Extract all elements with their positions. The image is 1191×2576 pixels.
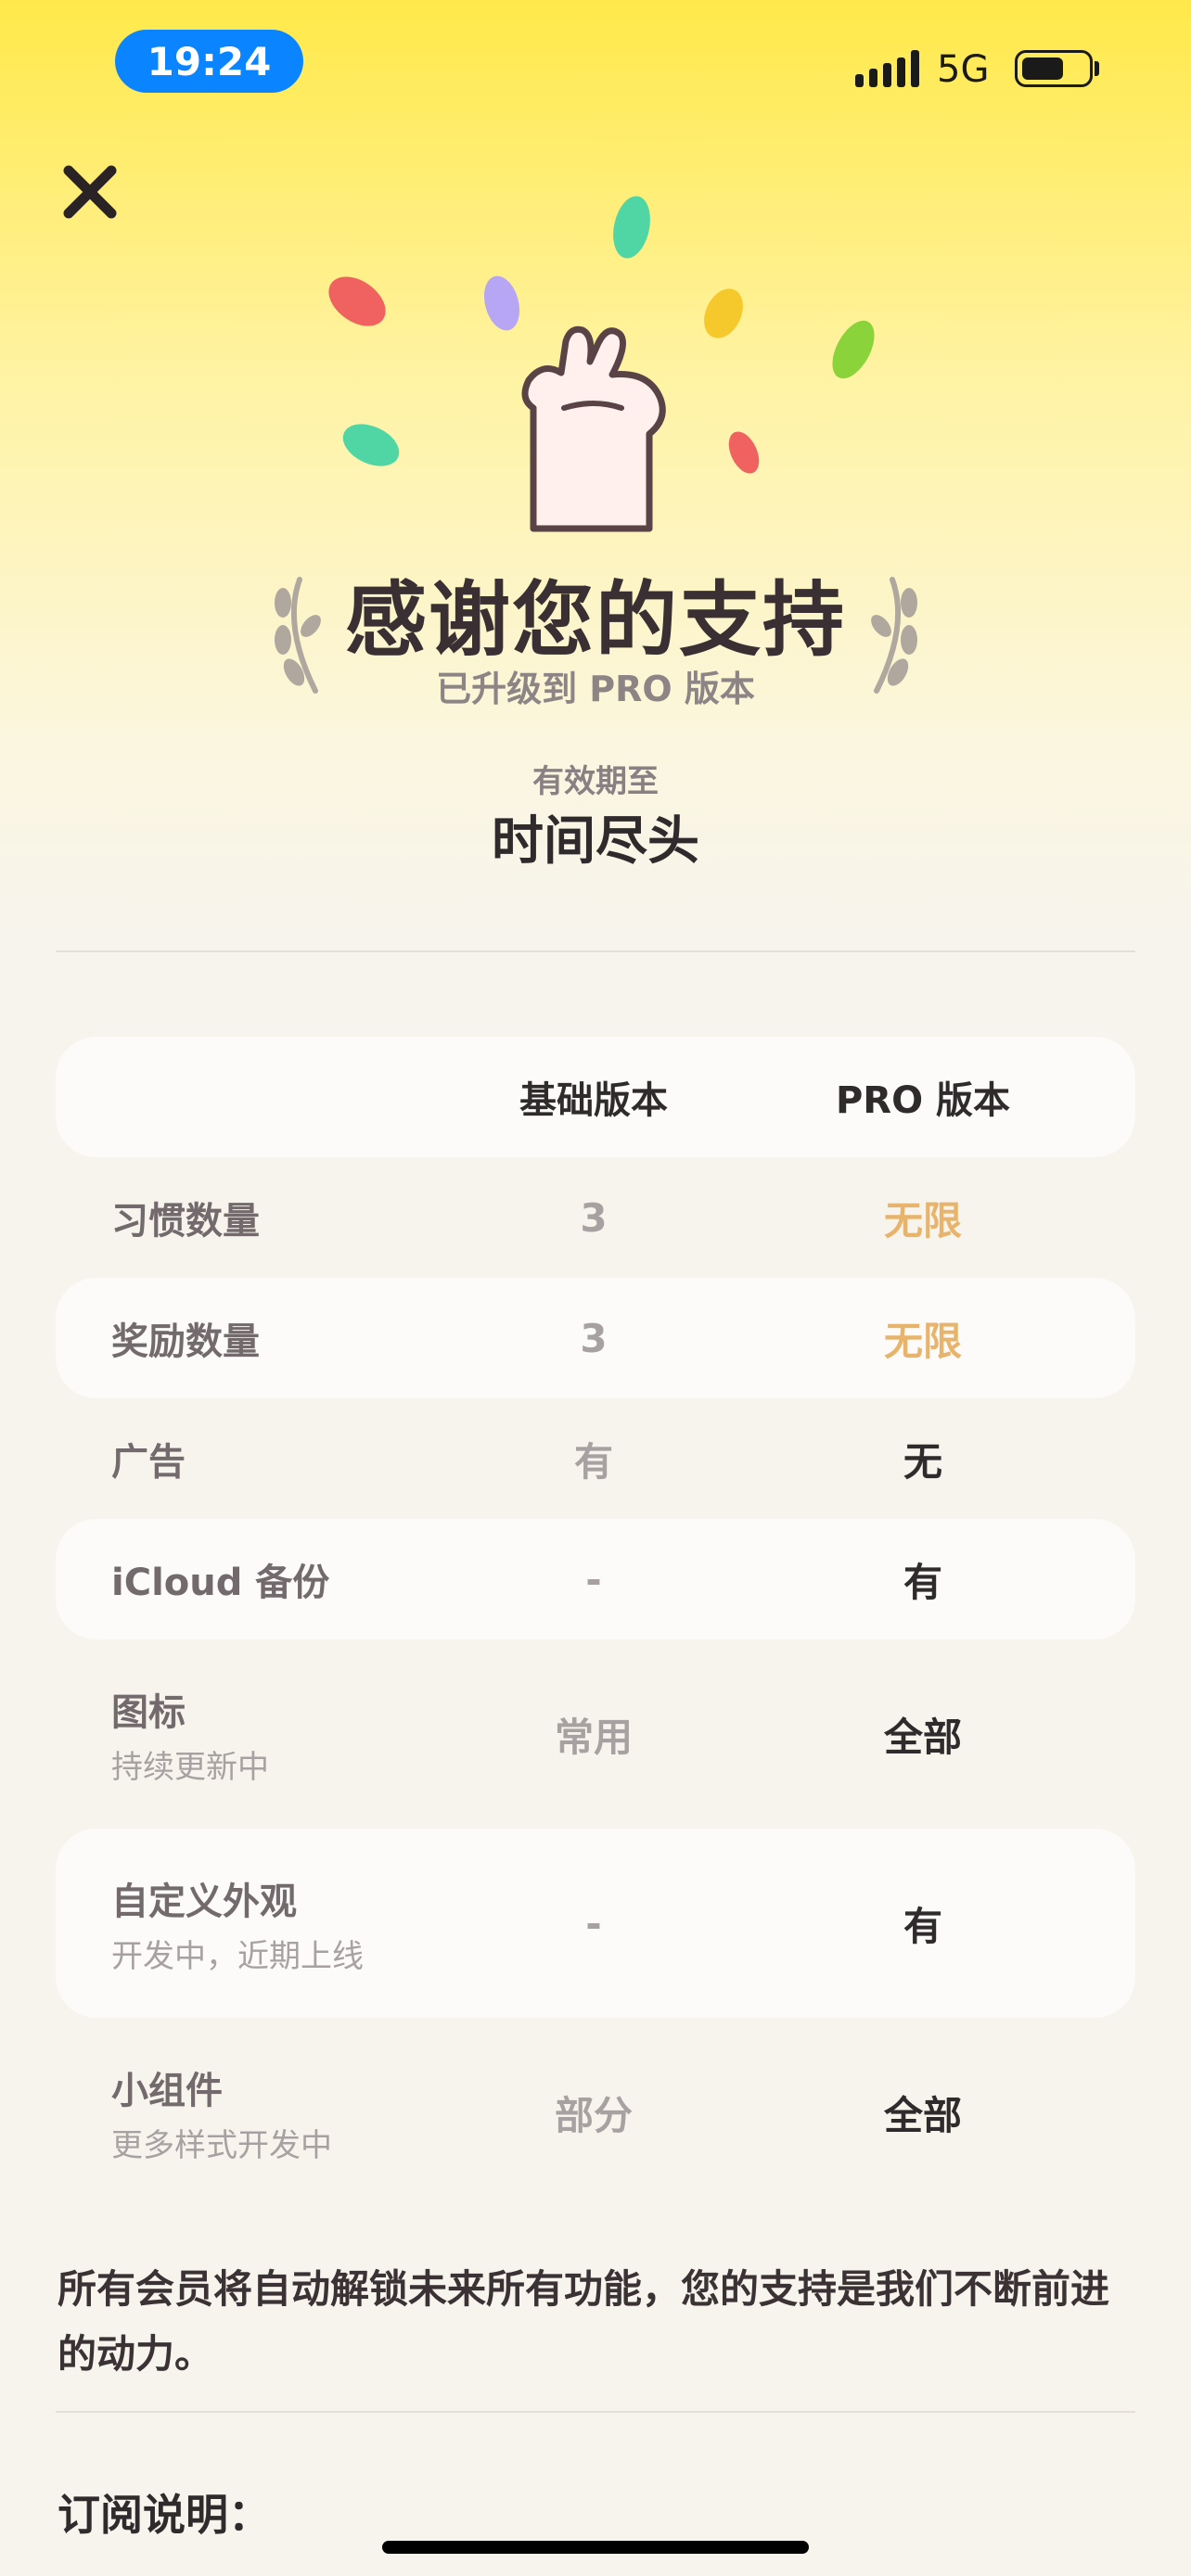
cellular-signal-icon xyxy=(855,50,919,87)
row-label: iCloud 备份 xyxy=(111,1562,330,1604)
table-row: iCloud 备份 - 有 xyxy=(56,1519,1135,1639)
table-row: 习惯数量 3 无限 xyxy=(56,1157,1135,1278)
row-pro-value: 无 xyxy=(903,1438,942,1485)
table-header: 基础版本 PRO 版本 xyxy=(56,1037,1135,1157)
subscription-title: 订阅说明： xyxy=(58,2490,271,2540)
table-row: 自定义外观 开发中，近期上线 - 有 xyxy=(56,1829,1135,2018)
row-basic-value: 常用 xyxy=(554,1714,633,1760)
table-row: 奖励数量 3 无限 xyxy=(56,1278,1135,1398)
row-sublabel: 持续更新中 xyxy=(111,1748,269,1786)
row-basic-value: 有 xyxy=(573,1438,613,1485)
divider xyxy=(56,950,1135,952)
row-sublabel: 更多样式开发中 xyxy=(111,2126,332,2164)
comparison-table: 基础版本 PRO 版本 习惯数量 3 无限 奖励数量 3 无限 广告 有 无 i… xyxy=(56,1037,1135,2207)
row-label: 广告 xyxy=(111,1441,186,1484)
valid-until-label: 有效期至 xyxy=(532,763,659,800)
table-row: 小组件 更多样式开发中 部分 全部 xyxy=(56,2018,1135,2207)
valid-until-value: 时间尽头 xyxy=(492,811,699,872)
celebration-hand-icon xyxy=(328,196,875,532)
row-label: 自定义外观 xyxy=(111,1880,297,1923)
row-label: 图标 xyxy=(111,1690,186,1734)
table-row: 图标 持续更新中 常用 全部 xyxy=(56,1639,1135,1829)
column-pro: PRO 版本 xyxy=(835,1079,1011,1122)
battery-cap xyxy=(1095,61,1099,76)
footer-note: 所有会员将自动解锁未来所有功能，您的支持是我们不断前进的动力。 xyxy=(58,2266,1110,2377)
home-indicator[interactable] xyxy=(382,2541,809,2554)
row-basic-value: - xyxy=(585,1556,602,1602)
row-basic-value: - xyxy=(585,1900,602,1946)
network-type: 5G xyxy=(937,48,990,91)
status-time: 19:24 xyxy=(115,30,303,93)
row-pro-value: 无限 xyxy=(883,1197,962,1243)
row-label: 习惯数量 xyxy=(111,1200,260,1243)
row-basic-value: 3 xyxy=(580,1194,608,1241)
table-row: 广告 有 无 xyxy=(56,1398,1135,1519)
row-pro-value: 全部 xyxy=(883,1714,962,1760)
row-basic-value: 部分 xyxy=(554,2092,633,2138)
row-pro-value: 无限 xyxy=(883,1318,962,1364)
row-sublabel: 开发中，近期上线 xyxy=(111,1937,364,1975)
row-basic-value: 3 xyxy=(580,1315,608,1361)
column-basic: 基础版本 xyxy=(519,1079,668,1122)
battery-icon xyxy=(1015,50,1093,87)
row-label: 小组件 xyxy=(111,2069,223,2112)
row-pro-value: 全部 xyxy=(883,2092,962,2138)
row-label: 奖励数量 xyxy=(111,1320,260,1363)
row-pro-value: 有 xyxy=(903,1559,942,1605)
pro-subtitle: 已升级到 PRO 版本 xyxy=(436,669,755,709)
page-title: 感谢您的支持 xyxy=(344,572,846,668)
row-pro-value: 有 xyxy=(903,1903,942,1949)
divider xyxy=(56,2411,1135,2413)
